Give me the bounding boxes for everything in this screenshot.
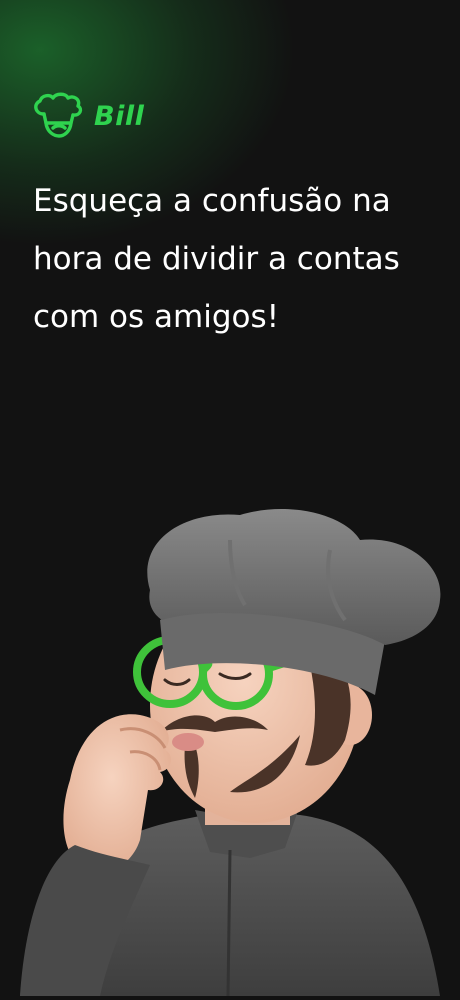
chef-avatar-illustration [0, 480, 460, 997]
chef-hat-icon [30, 92, 88, 140]
brand-name: Bill [94, 100, 145, 132]
onboarding-headline: Esqueça a confusão na hora de dividir a … [33, 183, 400, 335]
app-logo: Bill [30, 92, 144, 140]
